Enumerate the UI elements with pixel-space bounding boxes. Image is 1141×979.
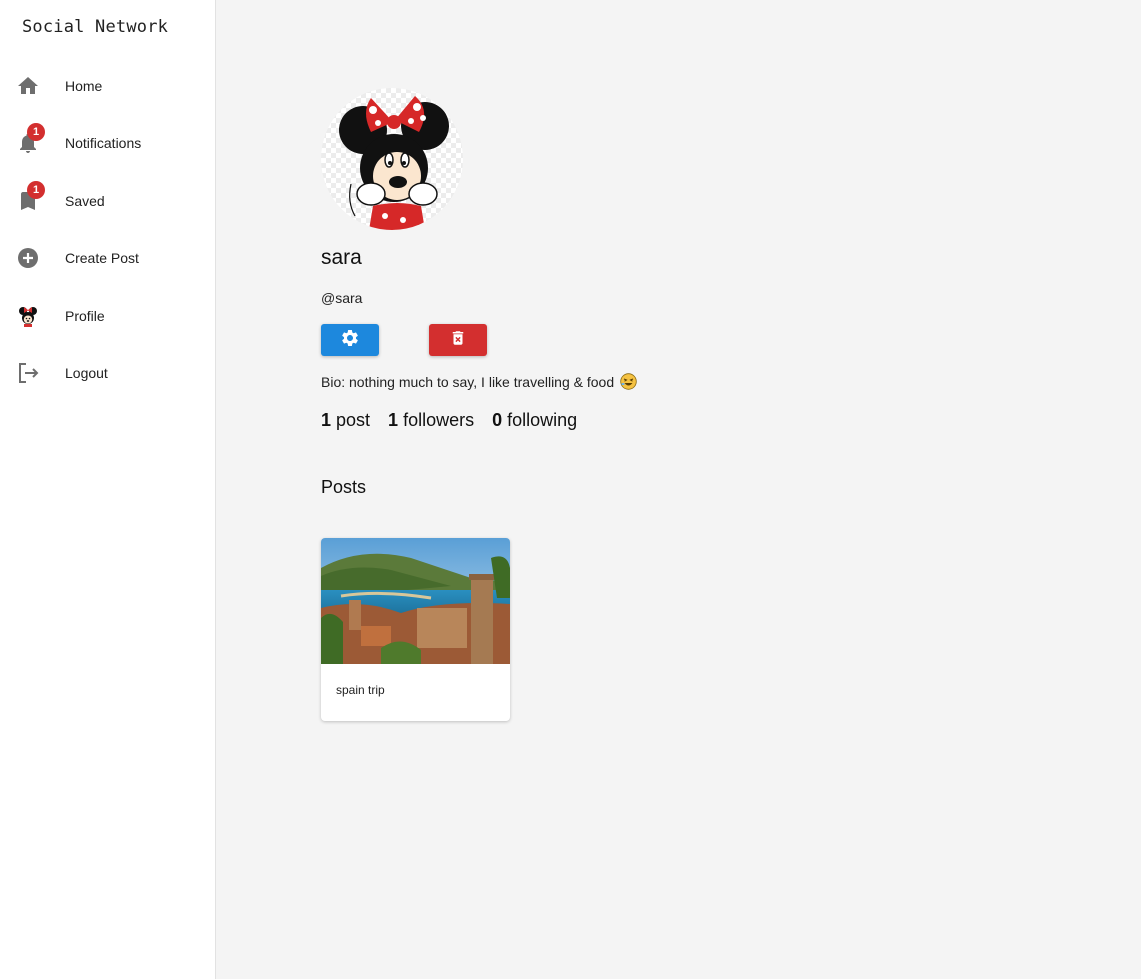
profile-main: sara @sara Bio: nothing much to say, I l… bbox=[216, 0, 1141, 979]
gear-icon bbox=[340, 328, 360, 353]
home-icon bbox=[16, 74, 40, 98]
bookmark-icon: 1 bbox=[16, 181, 45, 213]
post-card[interactable]: spain trip bbox=[321, 538, 510, 721]
sidebar: Social Network Home 1 Notifications 1 Sa… bbox=[0, 0, 216, 979]
following-label: following bbox=[507, 410, 578, 430]
saved-badge: 1 bbox=[27, 181, 45, 199]
sidebar-item-label: Notifications bbox=[65, 135, 142, 151]
sidebar-item-logout[interactable]: Logout bbox=[0, 351, 215, 395]
following-count: 0 bbox=[492, 410, 503, 430]
posts-stat[interactable]: 1 post bbox=[321, 410, 370, 431]
bio-text: Bio: nothing much to say, I like travell… bbox=[321, 373, 615, 390]
sidebar-item-home[interactable]: Home bbox=[0, 64, 215, 108]
followers-count: 1 bbox=[388, 410, 399, 430]
settings-button[interactable] bbox=[321, 324, 379, 356]
sidebar-item-notifications[interactable]: 1 Notifications bbox=[0, 121, 215, 165]
followers-label: followers bbox=[403, 410, 475, 430]
sidebar-item-label: Profile bbox=[65, 308, 105, 324]
post-caption: spain trip bbox=[336, 683, 385, 697]
profile-bio: Bio: nothing much to say, I like travell… bbox=[321, 373, 637, 390]
profile-avatar bbox=[321, 88, 463, 230]
add-circle-icon bbox=[16, 246, 40, 270]
delete-button[interactable] bbox=[429, 324, 487, 356]
profile-handle: @sara bbox=[321, 290, 363, 306]
posts-count: 1 bbox=[321, 410, 332, 430]
bell-icon: 1 bbox=[16, 123, 45, 155]
app-title: Social Network bbox=[22, 17, 169, 37]
sidebar-item-label: Logout bbox=[65, 365, 108, 381]
sidebar-item-label: Saved bbox=[65, 193, 105, 209]
laughing-emoji-icon bbox=[620, 373, 637, 390]
posts-section-title: Posts bbox=[321, 477, 367, 497]
sidebar-item-label: Create Post bbox=[65, 250, 139, 266]
followers-stat[interactable]: 1 followers bbox=[388, 410, 474, 431]
following-stat[interactable]: 0 following bbox=[492, 410, 577, 431]
sidebar-item-create-post[interactable]: Create Post bbox=[0, 236, 215, 280]
logout-icon bbox=[16, 361, 40, 385]
sidebar-item-saved[interactable]: 1 Saved bbox=[0, 179, 215, 223]
sidebar-item-label: Home bbox=[65, 78, 103, 94]
posts-label: post bbox=[336, 410, 371, 430]
trash-icon bbox=[449, 329, 467, 352]
sidebar-item-profile[interactable]: Profile bbox=[0, 294, 215, 338]
profile-stats: 1 post 1 followers 0 following bbox=[321, 410, 595, 431]
notifications-badge: 1 bbox=[27, 123, 45, 141]
profile-name: sara bbox=[321, 246, 362, 269]
post-image bbox=[321, 538, 510, 664]
avatar bbox=[16, 304, 40, 328]
